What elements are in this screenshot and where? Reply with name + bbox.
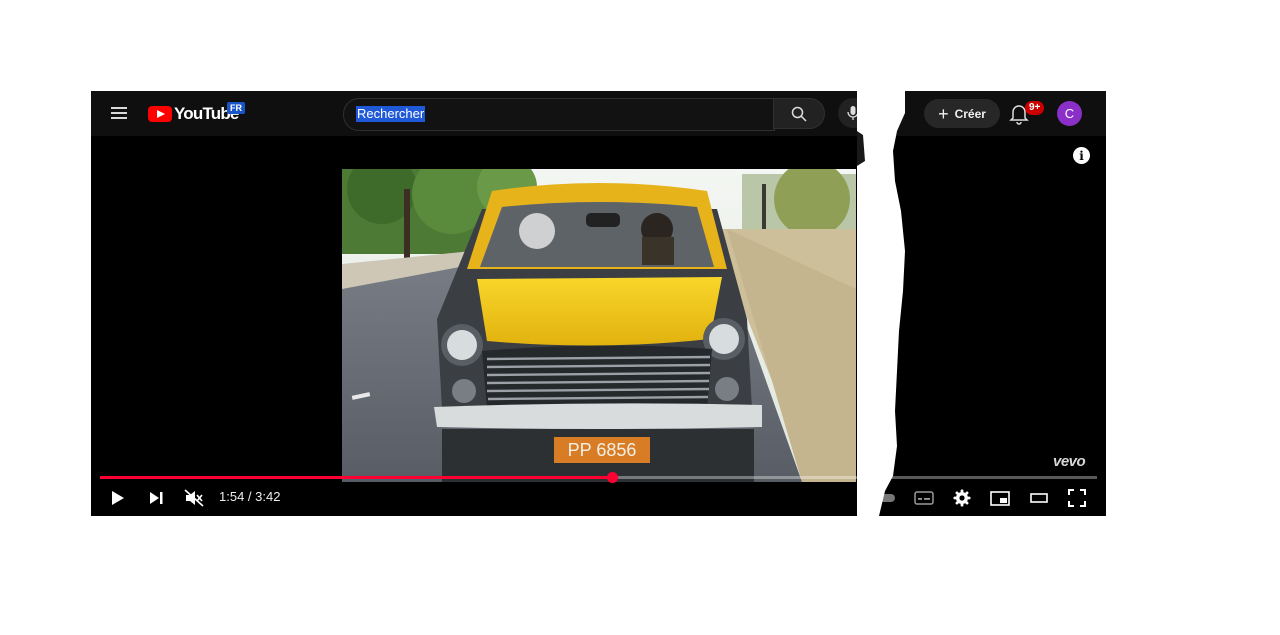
youtube-window: YouTube FR Rechercher + Créer 9+ C PP 68… (91, 91, 1106, 516)
youtube-logo[interactable]: YouTube (148, 103, 239, 125)
progress-played (100, 476, 613, 479)
country-code: FR (227, 102, 245, 114)
create-label: Créer (954, 106, 986, 121)
license-plate: PP 6856 (568, 440, 637, 460)
white-overlay-shape (857, 91, 905, 516)
progress-bar[interactable] (100, 472, 1097, 483)
subtitles-button[interactable] (913, 487, 935, 509)
fullscreen-button[interactable] (1066, 487, 1088, 509)
play-button[interactable] (108, 487, 128, 509)
search-button[interactable] (773, 98, 825, 129)
youtube-logo-icon (148, 106, 172, 122)
info-icon: i (1079, 148, 1084, 163)
settings-button[interactable] (951, 487, 973, 509)
plus-icon: + (938, 103, 949, 124)
fullscreen-icon (1068, 489, 1086, 507)
menu-button[interactable] (109, 103, 129, 123)
vevo-watermark: vevo (1053, 453, 1086, 470)
subtitles-icon (914, 491, 934, 505)
time-display: 1:54 / 3:42 (219, 489, 281, 504)
search-input[interactable]: Rechercher (356, 106, 426, 122)
search-box[interactable]: Rechercher (343, 98, 775, 131)
info-button[interactable]: i (1073, 147, 1090, 164)
menu-icon (111, 107, 127, 109)
next-icon (150, 492, 163, 504)
mute-button[interactable] (183, 487, 205, 509)
theater-mode-button[interactable] (1028, 487, 1050, 509)
miniplayer-button[interactable] (989, 487, 1011, 509)
video-frame[interactable]: PP 6856 (342, 169, 856, 482)
masthead: YouTube FR Rechercher + Créer 9+ C (91, 91, 1106, 136)
settings-gear-icon (953, 489, 971, 507)
miniplayer-icon (990, 490, 1010, 506)
search-icon (791, 106, 807, 122)
notification-badge: 9+ (1025, 101, 1045, 115)
avatar[interactable]: C (1057, 101, 1082, 126)
theater-mode-icon (1030, 493, 1048, 503)
muted-volume-icon (184, 489, 204, 507)
video-content-image: PP 6856 (342, 169, 856, 482)
next-button[interactable] (146, 487, 166, 509)
play-icon (112, 491, 124, 505)
create-button[interactable]: + Créer (924, 99, 1000, 128)
